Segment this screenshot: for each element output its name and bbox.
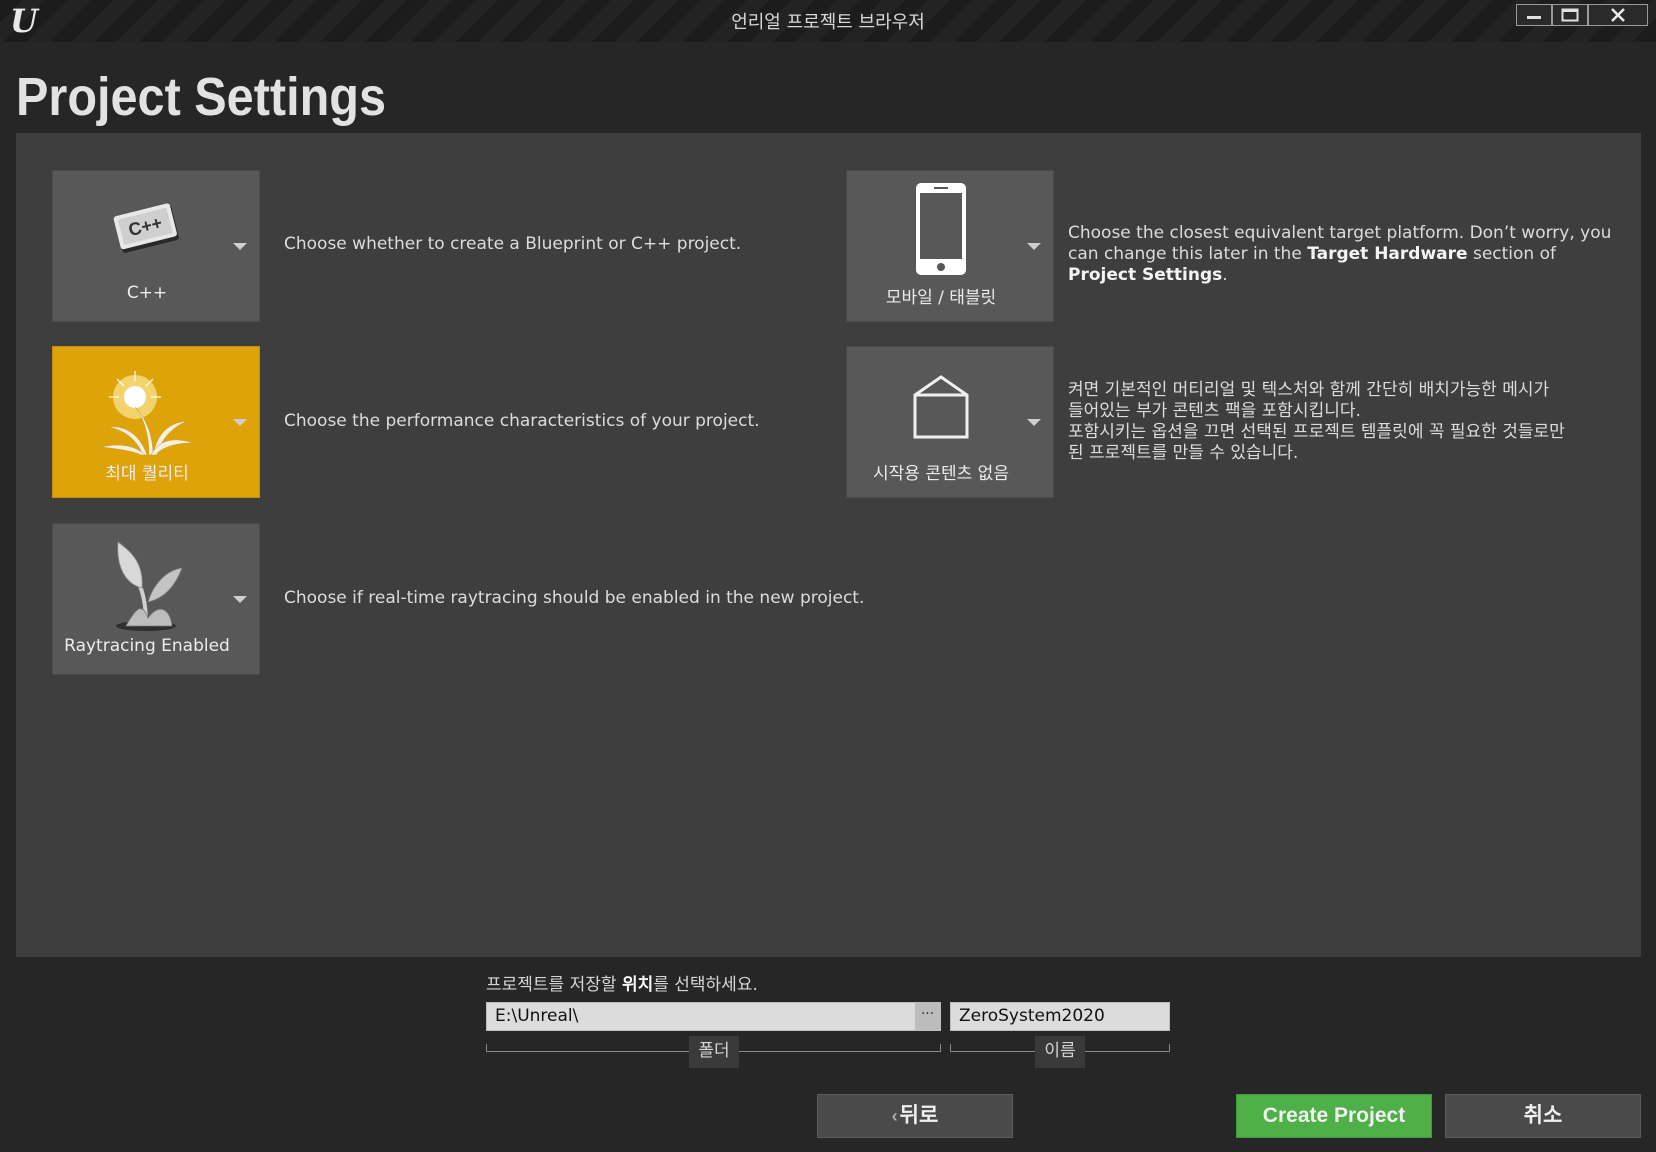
name-caption: 이름: [1035, 1036, 1085, 1068]
maximize-icon: [1561, 8, 1579, 22]
starter-content-description-line: 들어있는 부가 콘텐츠 팩을 포함시킵니다.: [1068, 401, 1361, 421]
location-prompt-bold: 위치: [621, 975, 654, 995]
chevron-down-icon[interactable]: [1027, 243, 1041, 250]
back-button-label: 뒤로: [899, 1104, 939, 1127]
project-name-input[interactable]: ZeroSystem2020: [950, 1002, 1170, 1031]
quality-label: 최대 퀄리티: [105, 464, 189, 484]
cancel-button[interactable]: 취소: [1445, 1094, 1641, 1138]
starter-content-description-line: 켜면 기본적인 머티리얼 및 텍스처와 함께 간단히 배치가능한 메시가: [1068, 380, 1550, 400]
phone-icon: [914, 181, 968, 281]
target-hardware-text: Target Hardware: [1307, 244, 1468, 264]
starter-content-description: 켜면 기본적인 머티리얼 및 텍스처와 함께 간단히 배치가능한 메시가 들어있…: [1068, 380, 1628, 464]
chevron-down-icon[interactable]: [233, 596, 247, 603]
title-bar: U 언리얼 프로젝트 브라우저: [0, 0, 1656, 42]
minimize-button[interactable]: [1516, 4, 1552, 26]
platform-description-text: section of: [1467, 244, 1556, 264]
raytracing-label: Raytracing Enabled: [64, 636, 230, 656]
location-prompt-text: 프로젝트를 저장할: [486, 975, 622, 995]
quality-tile[interactable]: 최대 퀄리티: [52, 346, 260, 498]
folder-path-input[interactable]: E:\Unreal\: [486, 1002, 941, 1031]
back-button[interactable]: ‹뒤로: [817, 1094, 1013, 1138]
empty-box-icon: [911, 375, 971, 445]
cpp-badge-icon: C++: [112, 199, 182, 263]
chevron-down-icon[interactable]: [1027, 419, 1041, 426]
location-prompt-text: 를 선택하세요.: [653, 975, 758, 995]
sun-plant-icon: [97, 367, 197, 461]
project-type-description: Choose whether to create a Blueprint or …: [284, 234, 742, 254]
raytracing-tile[interactable]: Raytracing Enabled: [52, 523, 260, 675]
starter-content-label: 시작용 콘텐츠 없음: [873, 464, 1009, 484]
quality-description: Choose the performance characteristics o…: [284, 411, 760, 431]
close-button[interactable]: [1588, 4, 1648, 26]
chevron-down-icon[interactable]: [233, 419, 247, 426]
minimize-icon: [1527, 16, 1541, 19]
platform-tile[interactable]: 모바일 / 태블릿: [846, 170, 1054, 322]
starter-content-description-line: 포함시키는 옵션을 끄면 선택된 프로젝트 템플릿에 꼭 필요한 것들로만: [1068, 422, 1565, 442]
platform-label: 모바일 / 태블릿: [885, 288, 997, 308]
location-prompt: 프로젝트를 저장할 위치를 선택하세요.: [486, 970, 758, 995]
starter-content-description-line: 된 프로젝트를 만들 수 있습니다.: [1068, 443, 1299, 463]
maximize-button[interactable]: [1552, 4, 1588, 26]
settings-panel: C++ C++ Choose whether to create a Bluep…: [16, 133, 1641, 957]
folder-caption: 폴더: [689, 1036, 739, 1068]
page-title: Project Settings: [16, 67, 386, 127]
create-project-button[interactable]: Create Project: [1236, 1094, 1432, 1138]
raytracing-description: Choose if real-time raytracing should be…: [284, 588, 865, 608]
chevron-left-icon: ‹: [891, 1106, 898, 1126]
chevron-down-icon[interactable]: [233, 243, 247, 250]
project-settings-text: Project Settings: [1068, 265, 1223, 285]
starter-content-tile[interactable]: 시작용 콘텐츠 없음: [846, 346, 1054, 498]
platform-description-text: .: [1222, 265, 1228, 285]
platform-description: Choose the closest equivalent target pla…: [1068, 223, 1628, 286]
browse-folder-button[interactable]: ···: [915, 1003, 940, 1030]
project-type-tile[interactable]: C++ C++: [52, 170, 260, 322]
close-icon: [1611, 8, 1625, 22]
sprout-icon: [102, 538, 192, 638]
window-title: 언리얼 프로젝트 브라우저: [731, 12, 925, 33]
project-type-label: C++: [126, 283, 168, 303]
